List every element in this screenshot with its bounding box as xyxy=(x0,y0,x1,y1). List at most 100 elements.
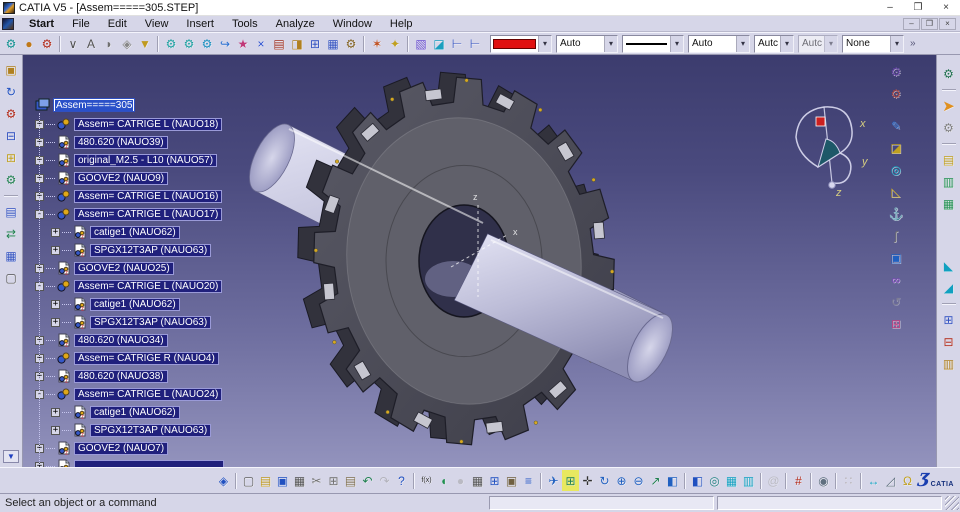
measure-between-icon[interactable]: ↔ xyxy=(865,470,882,491)
tree-expander[interactable]: + xyxy=(51,227,60,237)
tree-root-rename-field[interactable]: Assem=====305 xyxy=(53,98,136,112)
point-symbol-combo[interactable]: Autc ▾ xyxy=(754,34,794,53)
resize-grip[interactable] xyxy=(945,496,959,510)
menu-tools[interactable]: Tools xyxy=(223,16,267,32)
product-structure-icon[interactable]: ⊟ xyxy=(1,126,21,146)
clipping-icon[interactable]: ◈ xyxy=(118,34,136,53)
render-style-combo[interactable]: Autc ▾ xyxy=(798,34,838,53)
lock-icon[interactable]: ▣ xyxy=(503,470,520,491)
compass-handle[interactable] xyxy=(815,116,826,127)
tree-row[interactable]: + z catige1 (NAUO62) xyxy=(35,295,224,313)
line-type-combo-arrow[interactable]: ▾ xyxy=(670,35,683,52)
knowledge-fx-icon[interactable]: f(x) xyxy=(418,470,435,491)
status-field-1[interactable] xyxy=(489,496,714,510)
orientation-compass[interactable]: x y z xyxy=(788,97,874,197)
check-list-icon[interactable]: ≡ xyxy=(520,470,537,491)
axis-snap-icon[interactable]: ∨ xyxy=(64,34,82,53)
tree-row[interactable]: + Assem= CATRIGE L (NAUO16) xyxy=(35,187,224,205)
open-icon[interactable]: ▤ xyxy=(257,470,274,491)
save-icon[interactable]: ▣ xyxy=(274,470,291,491)
shading-cube-icon[interactable]: ◧ xyxy=(689,470,706,491)
tree-row[interactable]: - Assem= CATRIGE L (NAUO24) xyxy=(35,385,224,403)
layer-combo-arrow[interactable]: ▾ xyxy=(890,35,903,52)
dmu-fitting2-icon[interactable]: ⚙ xyxy=(886,83,906,105)
zoom-in-icon[interactable]: ⊕ xyxy=(613,470,630,491)
replace-icon[interactable]: ⇄ xyxy=(1,224,21,244)
restore-button[interactable]: ❐ xyxy=(904,1,932,15)
comment-icon[interactable]: ◖ xyxy=(435,470,452,491)
child-restore-button[interactable]: ❐ xyxy=(921,17,938,30)
toolbar-overflow-chevron[interactable]: » xyxy=(910,38,916,49)
mass-properties-icon[interactable]: Ω xyxy=(899,470,916,491)
tree-row[interactable]: - Assem= CATRIGE L (NAUO20) xyxy=(35,277,224,295)
tree-row[interactable]: + z 480.620 (NAUO38) xyxy=(35,367,224,385)
menu-analyze[interactable]: Analyze xyxy=(267,16,324,32)
view-plane2-icon[interactable]: ◢ xyxy=(939,278,959,298)
menu-file[interactable]: File xyxy=(63,16,99,32)
multi-view-icon[interactable]: ◧ xyxy=(664,470,681,491)
tree-root-row[interactable]: Assem=====305 xyxy=(35,95,224,115)
part-gear-icon[interactable]: ⚙ xyxy=(1,104,21,124)
new-product-icon[interactable]: ⚙ xyxy=(180,34,198,53)
fit-all-icon[interactable]: ⊞ xyxy=(562,470,579,491)
render-style-combo-arrow[interactable]: ▾ xyxy=(824,35,837,52)
structure-tree1-icon[interactable]: ⊢ xyxy=(448,34,466,53)
existing-with-positioning-icon[interactable]: ★ xyxy=(234,34,252,53)
dmu-fitting1-icon[interactable]: ⚙ xyxy=(886,61,906,83)
axis-grid-icon[interactable]: # xyxy=(790,470,807,491)
menu-view[interactable]: View xyxy=(136,16,178,32)
light-box-icon[interactable]: ◪ xyxy=(886,137,906,159)
minimize-button[interactable]: – xyxy=(876,1,904,15)
tree-row[interactable]: + Assem= CATRIGE L (NAUO18) xyxy=(35,115,224,133)
tree-edit-icon[interactable]: ▤ xyxy=(1,202,21,222)
opacity-combo-arrow[interactable]: ▾ xyxy=(604,35,617,52)
catalog-green2-icon[interactable]: ▦ xyxy=(939,194,959,214)
multi-instance-gear-icon[interactable]: ⚙ xyxy=(342,34,360,53)
tree-row[interactable]: + z GOOVE2 (NAUO7) xyxy=(35,439,224,457)
line-weight-combo-arrow[interactable]: ▾ xyxy=(736,35,749,52)
sectioning-icon[interactable]: ✦ xyxy=(386,34,404,53)
tree-expander[interactable]: + xyxy=(51,425,60,435)
callout-icon[interactable]: ◗ xyxy=(100,34,118,53)
catalog-yellow-icon[interactable]: ▤ xyxy=(939,150,959,170)
tree-row[interactable]: - Assem= CATRIGE L (NAUO17) xyxy=(35,205,224,223)
tree-row[interactable]: + z original_M2.5 - L10 (NAUO57) xyxy=(35,151,224,169)
view-plane1-icon[interactable]: ◣ xyxy=(939,256,959,276)
command-input-field[interactable] xyxy=(717,496,942,510)
exploded-view-icon[interactable]: ◪ xyxy=(430,34,448,53)
cut-icon[interactable]: ✂ xyxy=(308,470,325,491)
camera-icon[interactable]: ◉ xyxy=(815,470,832,491)
measure-item-icon[interactable]: ◿ xyxy=(882,470,899,491)
visual-sphere-icon[interactable]: ● xyxy=(20,34,38,53)
tree-row[interactable]: + z 480.620 (NAUO39) xyxy=(35,133,224,151)
close-button[interactable]: × xyxy=(932,1,960,15)
gears-pair-icon[interactable]: ⚙ xyxy=(939,64,959,84)
undo-icon[interactable]: ↶ xyxy=(359,470,376,491)
update-rotate-icon[interactable]: ↻ xyxy=(1,82,21,102)
line-weight-combo[interactable]: Auto ▾ xyxy=(688,34,750,53)
swap-visible-icon[interactable]: ▥ xyxy=(740,470,757,491)
new-component-icon[interactable]: ⚙ xyxy=(162,34,180,53)
binocular-icon[interactable]: ◎ xyxy=(886,159,906,181)
gear-grid-icon[interactable]: ⊞ xyxy=(886,313,906,335)
fill-color-combo-arrow[interactable]: ▾ xyxy=(538,35,551,52)
tree-row[interactable]: +z xyxy=(35,457,224,467)
window-pointer-icon[interactable]: ▣ xyxy=(886,247,906,269)
select-arrow-icon[interactable]: ➤ xyxy=(939,96,959,116)
clash-icon[interactable]: ✶ xyxy=(368,34,386,53)
child-minimize-button[interactable]: – xyxy=(903,17,920,30)
tree-expander[interactable]: + xyxy=(51,245,60,255)
tree-row[interactable]: + z SPGX12T3AP (NAUO63) xyxy=(35,421,224,439)
dock-overflow-button[interactable]: ▼ xyxy=(3,450,19,463)
hide-show-icon[interactable]: ▦ xyxy=(723,470,740,491)
redo-icon[interactable]: ↷ xyxy=(376,470,393,491)
tree-row[interactable]: + Assem= CATRIGE R (NAUO4) xyxy=(35,349,224,367)
snap-points-icon[interactable]: ∷ xyxy=(840,470,857,491)
tree-window-icon[interactable]: ▦ xyxy=(324,34,342,53)
relations-icon[interactable]: ⊞ xyxy=(486,470,503,491)
ruler-triangle-icon[interactable]: ◺ xyxy=(886,181,906,203)
print-icon[interactable]: ▦ xyxy=(291,470,308,491)
graph-list-icon[interactable]: ▦ xyxy=(1,246,21,266)
structure-bulb-icon[interactable]: ⊞ xyxy=(1,148,21,168)
catalog-green-icon[interactable]: ▥ xyxy=(939,172,959,192)
